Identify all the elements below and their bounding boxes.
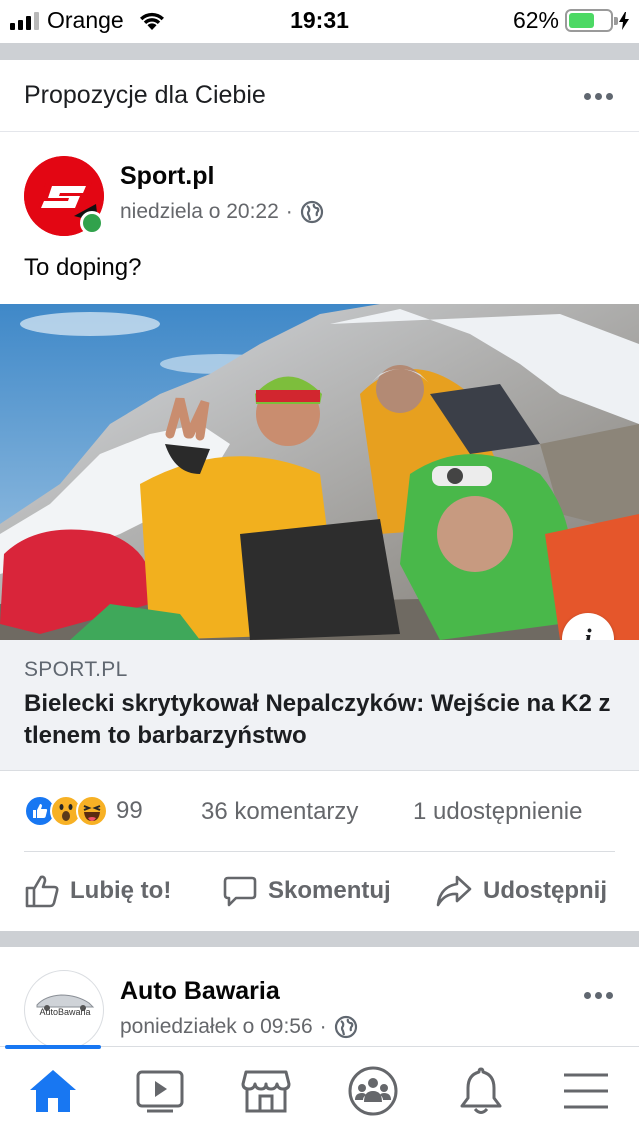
post-meta: niedziela o 20:22 ·: [120, 200, 324, 224]
reactions-count: 99: [116, 797, 143, 824]
globe-icon: [300, 200, 323, 224]
link-domain: SPORT.PL: [24, 658, 128, 681]
autobawaria-logo-icon: AutoBawaria: [36, 994, 95, 1017]
like-label: Lubię to!: [70, 877, 172, 904]
battery-icon: [565, 9, 618, 32]
link-title: Bielecki skrytykował Nepalczyków: Wejści…: [24, 690, 611, 749]
comment-label: Skomentuj: [268, 877, 391, 904]
post-timestamp[interactable]: niedziela o 20:22: [120, 200, 279, 224]
marketplace-tab[interactable]: [236, 1063, 296, 1119]
marketplace-icon: [241, 1070, 291, 1113]
more-options-icon[interactable]: [584, 992, 613, 999]
post-actions: Lubię to! Skomentuj Udostępnij: [0, 868, 639, 914]
suggestions-header: Propozycje dla Ciebie: [0, 60, 639, 132]
video-icon: [136, 1070, 184, 1113]
video-tab[interactable]: [130, 1063, 190, 1119]
share-label: Udostępnij: [483, 877, 607, 904]
groups-icon: [348, 1066, 398, 1116]
post-author[interactable]: Sport.pl: [120, 162, 214, 191]
post-meta: poniedziałek o 09:56 ·: [120, 1015, 358, 1039]
home-icon: [30, 1070, 76, 1112]
autobawaria-logo-text: AutoBawaria: [39, 1007, 90, 1017]
post-author[interactable]: Auto Bawaria: [120, 977, 280, 1006]
post-timestamp[interactable]: poniedziałek o 09:56: [120, 1015, 313, 1039]
status-bar: Orange 19:31 62%: [0, 0, 639, 40]
notifications-icon: [460, 1067, 502, 1114]
share-button[interactable]: Udostępnij: [435, 868, 607, 914]
shares-count[interactable]: 1 udostępnienie: [413, 798, 582, 826]
battery-percent: 62%: [512, 7, 559, 33]
reactions-summary[interactable]: 99: [24, 795, 143, 827]
groups-tab[interactable]: [343, 1063, 403, 1119]
autobawaria-avatar[interactable]: AutoBawaria: [24, 970, 104, 1050]
link-preview[interactable]: SPORT.PL Bielecki skrytykował Nepalczykó…: [0, 640, 639, 771]
comment-button[interactable]: Skomentuj: [222, 868, 391, 914]
feed-divider: [0, 931, 639, 947]
menu-tab[interactable]: [556, 1063, 616, 1119]
link-preview-image[interactable]: [0, 304, 639, 640]
post-text: To doping?: [24, 254, 142, 281]
home-tab[interactable]: [23, 1063, 83, 1119]
menu-icon: [564, 1073, 608, 1109]
actions-divider: [24, 851, 615, 852]
more-options-icon[interactable]: [584, 93, 613, 100]
globe-icon: [334, 1015, 357, 1039]
notifications-tab[interactable]: [451, 1063, 511, 1119]
active-tab-indicator: [5, 1045, 101, 1049]
meta-separator: ·: [319, 1015, 327, 1038]
comment-icon: [223, 876, 257, 907]
online-status-dot: [80, 211, 104, 235]
share-icon: [436, 875, 472, 907]
section-title: Propozycje dla Ciebie: [24, 81, 266, 109]
meta-separator: ·: [285, 200, 293, 223]
feed-divider: [0, 43, 639, 60]
comments-count[interactable]: 36 komentarzy: [201, 798, 358, 826]
haha-icon: [76, 795, 108, 827]
bottom-tab-bar: [0, 1045, 639, 1134]
charging-icon: [619, 11, 629, 30]
like-button[interactable]: Lubię to!: [24, 868, 171, 914]
thumbs-up-icon: [25, 875, 59, 908]
